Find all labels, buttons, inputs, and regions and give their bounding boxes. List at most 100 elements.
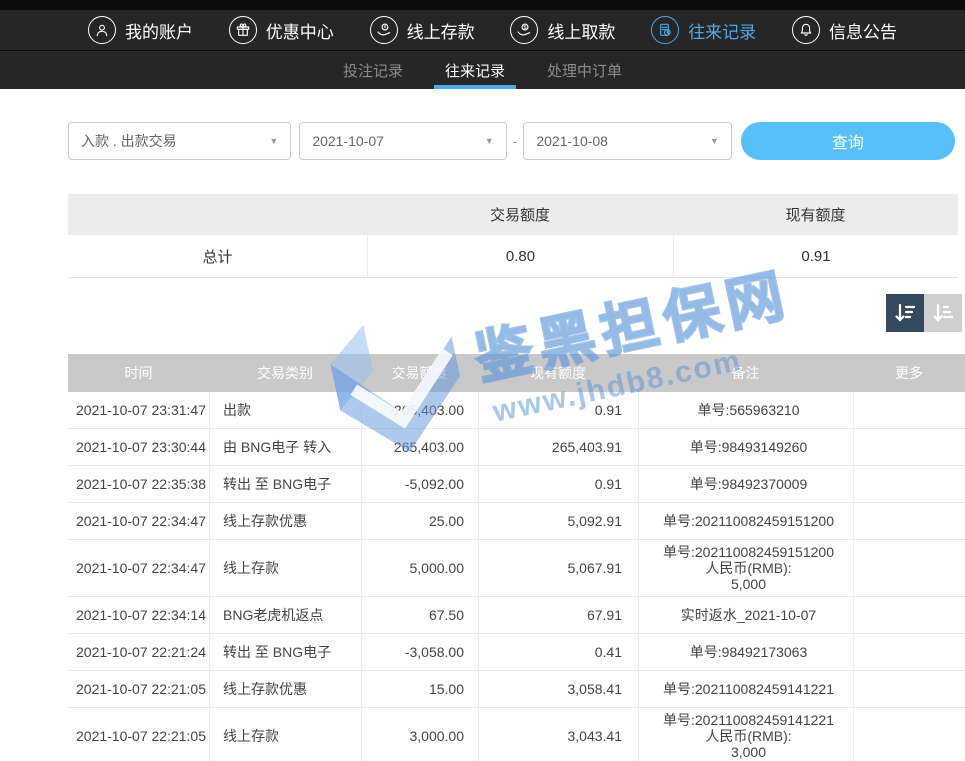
remark-line: 单号:202110082459141221	[663, 712, 834, 728]
cell-current-balance: 0.91	[478, 466, 638, 502]
cell-more	[853, 466, 965, 502]
cell-more	[853, 540, 965, 596]
cell-transaction-amount: 15.00	[361, 671, 478, 707]
table-row: 2021-10-07 22:21:05 线上存款优惠 15.00 3,058.4…	[68, 671, 965, 708]
nav-item-label: 信息公告	[829, 18, 897, 43]
cell-more	[853, 597, 965, 633]
cell-time: 2021-10-07 22:21:24	[68, 634, 209, 670]
nav-item[interactable]: $ 线上取款	[510, 16, 615, 44]
sort-ascending-button[interactable]	[924, 294, 962, 332]
cell-transaction-type: 线上存款	[209, 540, 361, 596]
cell-remark: 单号:202110082459151200	[638, 503, 853, 539]
nav-item[interactable]: 我的账户	[88, 16, 193, 44]
cell-time: 2021-10-07 22:34:14	[68, 597, 209, 633]
date-from-value: 2021-10-07	[312, 133, 384, 149]
table-row: 2021-10-07 22:34:47 线上存款优惠 25.00 5,092.9…	[68, 503, 965, 540]
cell-transaction-amount: 3,000.00	[361, 708, 478, 761]
records-icon	[651, 16, 679, 44]
deposit-icon: ¥	[370, 16, 398, 44]
cell-current-balance: 0.91	[478, 392, 638, 428]
cell-transaction-type: 线上存款	[209, 708, 361, 761]
cell-time: 2021-10-07 22:34:47	[68, 503, 209, 539]
cell-time: 2021-10-07 23:31:47	[68, 392, 209, 428]
bell-icon	[792, 16, 820, 44]
sort-descending-button[interactable]	[886, 294, 924, 332]
chevron-down-icon: ▼	[485, 136, 494, 146]
cell-transaction-amount: -5,092.00	[361, 466, 478, 502]
remark-line: 单号:202110082459151200	[663, 513, 834, 529]
transaction-type-select[interactable]: 入款 . 出款交易 ▼	[68, 122, 291, 160]
nav-item-label: 优惠中心	[266, 18, 334, 43]
cell-more	[853, 671, 965, 707]
remark-line: 5,000	[731, 576, 766, 592]
summary-column-header	[68, 194, 367, 235]
cell-time: 2021-10-07 22:35:38	[68, 466, 209, 502]
filter-row: 入款 . 出款交易 ▼ 2021-10-07 ▼ - 2021-10-08 ▼ …	[68, 122, 955, 160]
nav-item-label: 线上存款	[407, 18, 475, 43]
nav-item[interactable]: ¥ 线上存款	[370, 16, 475, 44]
cell-current-balance: 5,067.91	[478, 540, 638, 596]
nav-item[interactable]: 信息公告	[792, 16, 897, 44]
table-row: 2021-10-07 22:21:05 线上存款 3,000.00 3,043.…	[68, 708, 965, 761]
cell-transaction-amount: 25.00	[361, 503, 478, 539]
cell-transaction-amount: 67.50	[361, 597, 478, 633]
subnav-tab[interactable]: 往来记录	[442, 51, 508, 89]
subnav-tab[interactable]: 处理中订单	[544, 51, 625, 89]
cell-current-balance: 5,092.91	[478, 503, 638, 539]
cell-transaction-amount: 265,403.00	[361, 429, 478, 465]
table-row: 2021-10-07 23:30:44 由 BNG电子 转入 265,403.0…	[68, 429, 965, 466]
cell-transaction-amount: -3,058.00	[361, 634, 478, 670]
remark-line: 实时返水_2021-10-07	[681, 607, 816, 623]
cell-time: 2021-10-07 22:21:05	[68, 671, 209, 707]
cell-more	[853, 503, 965, 539]
remark-line: 人民币(RMB):	[705, 560, 791, 576]
sort-descending-icon	[893, 301, 917, 325]
nav-item-label: 我的账户	[125, 18, 193, 43]
top-strip	[0, 0, 965, 10]
date-to-value: 2021-10-08	[536, 133, 608, 149]
cell-remark: 单号:98492370009	[638, 466, 853, 502]
subnav-tab[interactable]: 投注记录	[340, 51, 406, 89]
date-from-select[interactable]: 2021-10-07 ▼	[299, 122, 506, 160]
table-row: 2021-10-07 23:31:47 出款 -265,403.00 0.91 …	[68, 392, 965, 429]
column-header: 交易额度	[361, 354, 478, 392]
summary-total-row: 总计0.800.91	[68, 235, 958, 278]
remark-line: 单号:98492370009	[690, 476, 808, 492]
column-header: 交易类别	[209, 354, 361, 392]
cell-transaction-type: 线上存款优惠	[209, 671, 361, 707]
user-icon	[88, 16, 116, 44]
date-to-select[interactable]: 2021-10-08 ▼	[523, 122, 731, 160]
nav-item[interactable]: 往来记录	[651, 16, 756, 44]
sub-nav: 投注记录 往来记录 处理中订单	[0, 51, 965, 89]
nav-item[interactable]: 优惠中心	[229, 16, 334, 44]
remark-line: 单号:98492173063	[690, 644, 808, 660]
summary-header-row: 交易额度现有额度	[68, 194, 958, 235]
cell-current-balance: 0.41	[478, 634, 638, 670]
cell-time: 2021-10-07 22:21:05	[68, 708, 209, 761]
withdraw-icon: $	[510, 16, 538, 44]
subnav-tab-label: 投注记录	[343, 60, 403, 81]
cell-time: 2021-10-07 23:30:44	[68, 429, 209, 465]
remark-line: 单号:98493149260	[690, 439, 808, 455]
cell-transaction-amount: -265,403.00	[361, 392, 478, 428]
summary-table: 交易额度现有额度 总计0.800.91	[68, 194, 958, 278]
table-row: 2021-10-07 22:34:47 线上存款 5,000.00 5,067.…	[68, 540, 965, 597]
table-row: 2021-10-07 22:34:14 BNG老虎机返点 67.50 67.91…	[68, 597, 965, 634]
query-button[interactable]: 查询	[741, 122, 955, 160]
table-row: 2021-10-07 22:35:38 转出 至 BNG电子 -5,092.00…	[68, 466, 965, 503]
cell-remark: 单号:202110082459141221人民币(RMB):3,000	[638, 708, 853, 761]
nav-item-label: 往来记录	[688, 18, 756, 43]
cell-more	[853, 429, 965, 465]
column-header: 现有额度	[478, 354, 638, 392]
cell-more	[853, 634, 965, 670]
chevron-down-icon: ▼	[710, 136, 719, 146]
remark-line: 单号:202110082459151200	[663, 544, 834, 560]
remark-line: 单号:202110082459141221	[663, 681, 834, 697]
cell-transaction-type: 转出 至 BNG电子	[209, 634, 361, 670]
cell-current-balance: 3,058.41	[478, 671, 638, 707]
main-nav: 我的账户 优惠中心 ¥ 线上存款 $ 线上取款 往来记录 信息公告	[0, 10, 965, 51]
cell-remark: 单号:202110082459141221	[638, 671, 853, 707]
sort-ascending-icon	[931, 301, 955, 325]
cell-remark: 单号:98492173063	[638, 634, 853, 670]
remark-line: 3,000	[731, 744, 766, 760]
